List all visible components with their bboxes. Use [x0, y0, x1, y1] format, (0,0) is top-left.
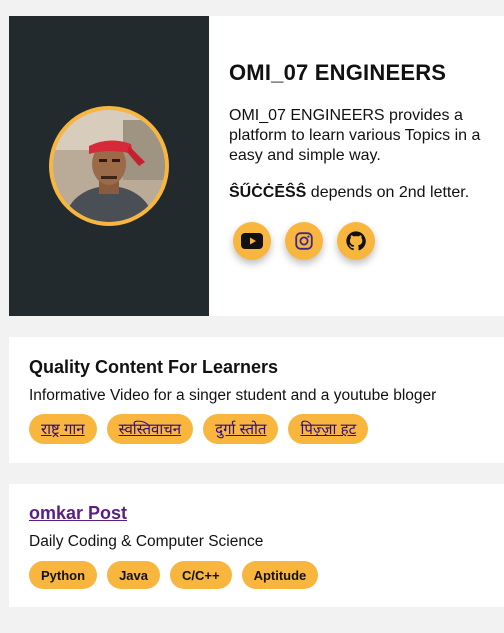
- instagram-icon: [295, 232, 313, 250]
- youtube-button[interactable]: [233, 222, 271, 260]
- post-tags: Python Java C/C++ Aptitude: [29, 561, 484, 589]
- tag-python[interactable]: Python: [29, 561, 98, 589]
- post-card: omkar Post Daily Coding & Computer Scien…: [9, 484, 504, 607]
- content-card-title: Quality Content For Learners: [29, 357, 279, 377]
- content-tags: राष्ट्र गान स्वस्तिवाचन दुर्गा स्तोत पिज…: [29, 414, 484, 444]
- profile-name: OMI_07 ENGINEERS: [229, 60, 447, 85]
- instagram-button[interactable]: [285, 222, 323, 260]
- post-title-link[interactable]: omkar Post: [29, 503, 127, 524]
- profile-card: OMI_07 ENGINEERS OMI_07 ENGINEERS provid…: [9, 16, 504, 316]
- avatar: [49, 106, 169, 226]
- profile-motto: ŜŰĊĊĒŜŜ depends on 2nd letter.: [229, 184, 504, 202]
- profile-info: OMI_07 ENGINEERS OMI_07 ENGINEERS provid…: [209, 16, 504, 316]
- tag-pizza-hut[interactable]: पिज़्ज़ा हट: [288, 414, 369, 444]
- github-icon: [346, 231, 366, 251]
- tag-rashtra-gaan[interactable]: राष्ट्र गान: [29, 414, 97, 444]
- tag-aptitude[interactable]: Aptitude: [241, 561, 319, 589]
- social-links: [229, 222, 504, 260]
- profile-description: OMI_07 ENGINEERS provides a platform to …: [229, 107, 481, 164]
- tag-cpp[interactable]: C/C++: [169, 561, 232, 589]
- content-card-subtitle: Informative Video for a singer student a…: [29, 387, 437, 404]
- motto-rest: depends on 2nd letter.: [306, 184, 470, 201]
- github-button[interactable]: [337, 222, 375, 260]
- youtube-icon: [241, 233, 263, 249]
- post-subtitle: Daily Coding & Computer Science: [29, 533, 264, 550]
- tag-durga-stot[interactable]: दुर्गा स्तोत: [203, 414, 279, 444]
- tag-swastivachan[interactable]: स्वस्तिवाचन: [106, 414, 194, 444]
- tag-java[interactable]: Java: [107, 561, 160, 589]
- motto-bold: ŜŰĊĊĒŜŜ: [229, 184, 307, 201]
- profile-image-panel: [9, 16, 209, 316]
- content-card: Quality Content For Learners Informative…: [9, 337, 504, 463]
